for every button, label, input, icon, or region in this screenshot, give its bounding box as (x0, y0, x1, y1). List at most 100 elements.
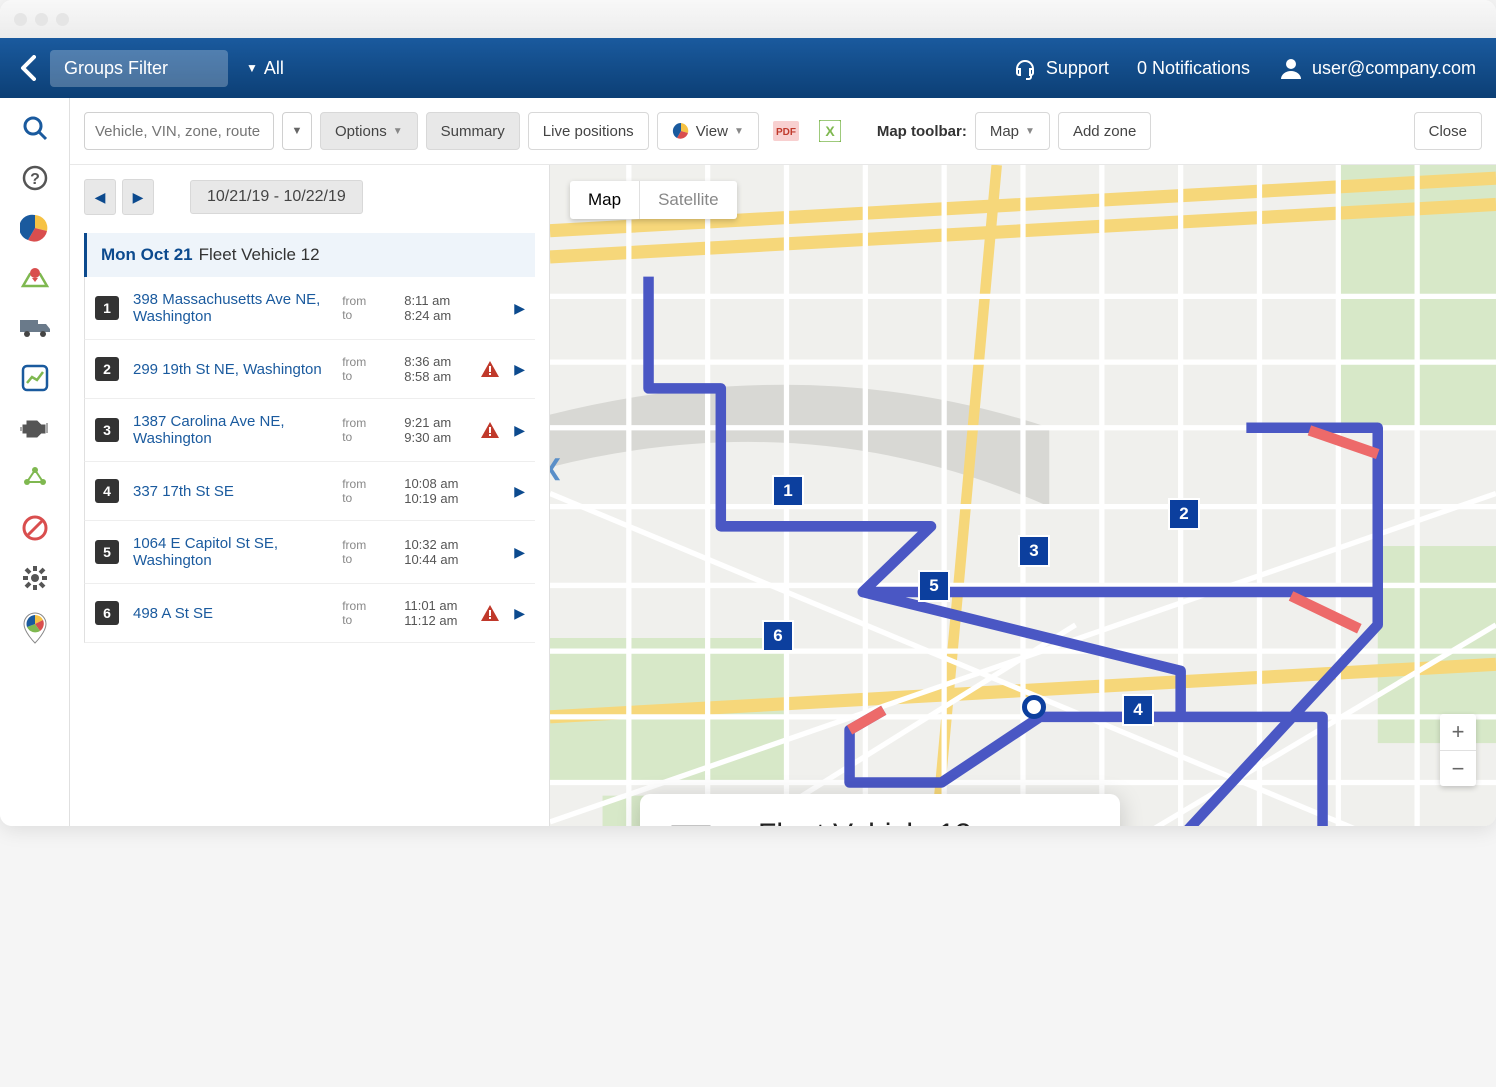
notifications-link[interactable]: 0 Notifications (1137, 58, 1250, 79)
map-background (550, 165, 1496, 826)
trend-icon[interactable] (17, 360, 53, 396)
window-dot (35, 13, 48, 26)
stop-number: 6 (95, 601, 119, 625)
view-dropdown[interactable]: View▼ (657, 112, 759, 150)
close-button[interactable]: Close (1414, 112, 1482, 150)
user-icon (1278, 55, 1304, 81)
map-marker[interactable]: 1 (772, 475, 804, 507)
expand-icon[interactable]: ▶ (514, 605, 525, 622)
current-position-marker[interactable] (1022, 695, 1046, 719)
stop-row[interactable]: 5 1064 E Capitol St SE, Washington fromto 1… (84, 521, 535, 584)
groups-all-label: All (264, 58, 284, 79)
stop-number: 2 (95, 357, 119, 381)
stop-row[interactable]: 1 398 Massachusetts Ave NE, Washington fro… (84, 277, 535, 340)
trip-header[interactable]: Mon Oct 21 Fleet Vehicle 12 (84, 233, 535, 277)
stop-number: 5 (95, 540, 119, 564)
trip-vehicle: Fleet Vehicle 12 (199, 245, 320, 265)
stop-address[interactable]: 299 19th St NE, Washington (133, 361, 328, 378)
window-dot (14, 13, 27, 26)
stop-address[interactable]: 398 Massachusetts Ave NE, Washington (133, 291, 328, 325)
left-sidebar: ? (0, 98, 70, 826)
block-icon[interactable] (17, 510, 53, 546)
groups-filter-button[interactable]: Groups Filter (50, 50, 228, 87)
date-range-button[interactable]: 10/21/19 - 10/22/19 (190, 180, 363, 214)
info-card-title: Fleet Vehicle 12 (758, 818, 971, 826)
stop-row[interactable]: 4337 17th St SEfromto10:08 am10:19 am▶ (84, 462, 535, 521)
help-icon[interactable]: ? (17, 160, 53, 196)
stop-address[interactable]: 498 A St SE (133, 605, 328, 622)
add-zone-button[interactable]: Add zone (1058, 112, 1151, 150)
stop-address[interactable]: 1064 E Capitol St SE, Washington (133, 535, 328, 569)
stop-address[interactable]: 337 17th St SE (133, 483, 328, 500)
zoom-in-button[interactable]: + (1440, 714, 1476, 750)
network-icon[interactable] (17, 460, 53, 496)
stop-time-labels: fromto (342, 355, 390, 383)
options-button[interactable]: Options▼ (320, 112, 418, 150)
trip-day: Mon Oct 21 (101, 245, 193, 265)
support-label: Support (1046, 58, 1109, 79)
alert-icon (480, 360, 500, 378)
map-pin-icon[interactable] (17, 260, 53, 296)
stop-time-labels: fromto (342, 599, 390, 627)
map-marker[interactable]: 6 (762, 620, 794, 652)
svg-text:?: ? (30, 171, 40, 188)
panel-collapse-button[interactable]: ❮ (550, 455, 563, 481)
pie-chart-icon[interactable] (17, 210, 53, 246)
stop-time-labels: fromto (342, 538, 390, 566)
live-positions-button[interactable]: Live positions (528, 112, 649, 150)
stop-number: 1 (95, 296, 119, 320)
map[interactable]: Map Satellite ❮ 1 2 3 4 5 6 + − (550, 165, 1496, 826)
map-marker[interactable]: 3 (1018, 535, 1050, 567)
engine-icon[interactable] (17, 410, 53, 446)
pdf-icon[interactable]: PDF (767, 121, 805, 141)
stop-address[interactable]: 1387 Carolina Ave NE, Washington (133, 413, 328, 447)
expand-icon[interactable]: ▶ (514, 422, 525, 439)
support-link[interactable]: Support (1012, 55, 1109, 81)
map-marker[interactable]: 4 (1122, 694, 1154, 726)
window-titlebar (0, 0, 1496, 38)
date-next-button[interactable]: ▶ (122, 179, 154, 215)
stop-row[interactable]: 6 498 A St SE fromto 11:01 am11:12 am ▶ (84, 584, 535, 643)
stop-time-values: 11:01 am11:12 am (404, 598, 466, 628)
stop-time-values: 9:21 am9:30 am (404, 415, 466, 445)
stop-number: 4 (95, 479, 119, 503)
date-prev-button[interactable]: ◀ (84, 179, 116, 215)
expand-icon[interactable]: ▶ (514, 483, 525, 500)
svg-text:PDF: PDF (776, 127, 796, 138)
map-marker[interactable]: 5 (918, 570, 950, 602)
search-dropdown[interactable]: ▼ (282, 112, 312, 150)
headset-icon (1012, 55, 1038, 81)
stop-time-values: 10:32 am10:44 am (404, 537, 466, 567)
vehicle-info-card: Fleet Vehicle 12 Driving 14 mph on 10/21… (640, 794, 1120, 826)
location-icon[interactable] (17, 610, 53, 646)
map-marker[interactable]: 2 (1168, 498, 1200, 530)
stop-time-values: 8:11 am8:24 am (404, 293, 466, 323)
svg-text:X: X (825, 123, 835, 139)
pie-small-icon (672, 122, 690, 140)
user-menu[interactable]: user@company.com (1278, 55, 1476, 81)
stop-time-labels: fromto (342, 294, 390, 322)
gear-icon[interactable] (17, 560, 53, 596)
satellite-view-button[interactable]: Satellite (639, 181, 736, 219)
stop-time-labels: fromto (342, 416, 390, 444)
stop-row[interactable]: 2299 19th St NE, Washingtonfromto8:36 am… (84, 340, 535, 399)
stop-time-labels: fromto (342, 477, 390, 505)
map-view-button[interactable]: Map (570, 181, 639, 219)
stop-row[interactable]: 31387 Carolina Ave NE, Washingtonfromto9… (84, 399, 535, 462)
map-type-dropdown[interactable]: Map▼ (975, 112, 1050, 150)
summary-button[interactable]: Summary (426, 112, 520, 150)
expand-icon[interactable]: ▶ (514, 300, 525, 317)
excel-icon[interactable]: X (813, 120, 847, 142)
expand-icon[interactable]: ▶ (514, 544, 525, 561)
user-label: user@company.com (1312, 58, 1476, 79)
groups-all-dropdown[interactable]: ▼ All (246, 58, 284, 79)
alert-icon (480, 421, 500, 439)
expand-icon[interactable]: ▶ (514, 361, 525, 378)
search-icon[interactable] (17, 110, 53, 146)
content-toolbar: ▼ Options▼ Summary Live positions View▼ … (70, 98, 1496, 165)
truck-icon[interactable] (17, 310, 53, 346)
search-input[interactable] (84, 112, 274, 150)
zoom-out-button[interactable]: − (1440, 750, 1476, 786)
zoom-controls: + − (1440, 714, 1476, 786)
back-button[interactable] (20, 55, 36, 81)
